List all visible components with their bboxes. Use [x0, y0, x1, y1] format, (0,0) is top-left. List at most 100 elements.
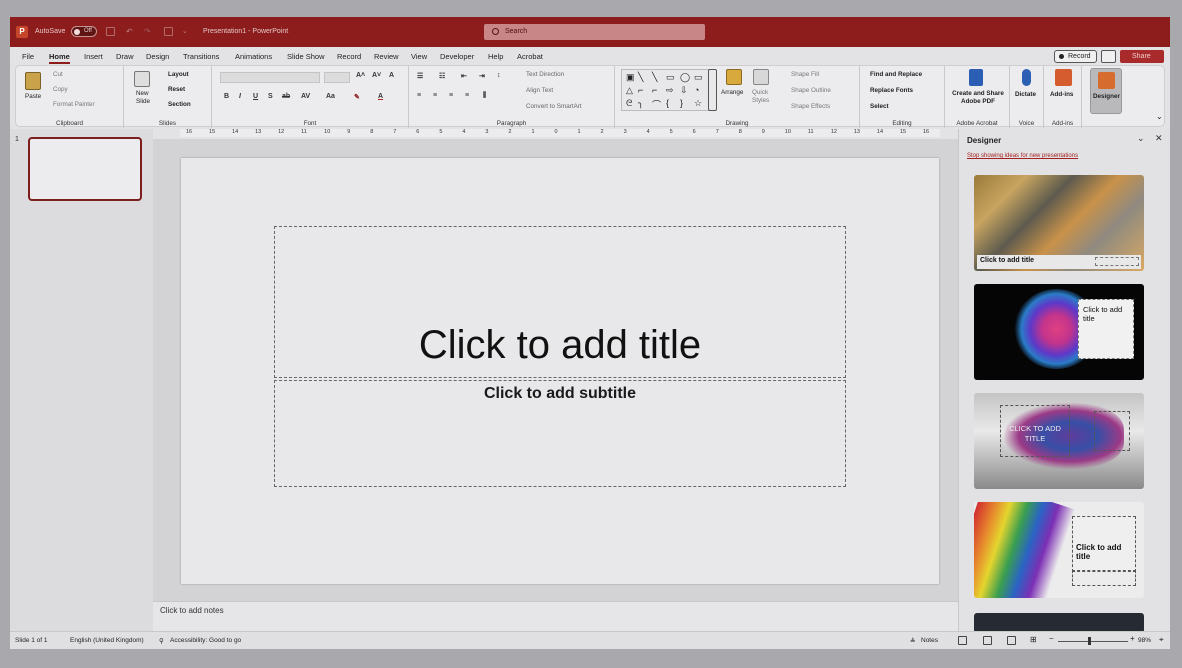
zoom-slider-thumb[interactable] — [1088, 637, 1091, 645]
convert-smartart-button[interactable]: Convert to SmartArt — [526, 103, 582, 110]
slide-show-icon[interactable]: ⊞ — [1030, 635, 1037, 644]
curve-shape-icon[interactable]: ╮ — [638, 98, 643, 109]
tab-home[interactable]: Home — [49, 52, 70, 64]
text-shadow-icon[interactable]: S — [268, 93, 273, 100]
font-name-field[interactable] — [220, 72, 320, 83]
record-button[interactable]: Record — [1054, 50, 1097, 63]
notes-pane[interactable]: Click to add notes — [153, 601, 958, 631]
align-center-icon[interactable]: ≡ — [433, 92, 437, 99]
customize-toolbar-icon[interactable]: ⌄ — [182, 27, 191, 36]
notes-button[interactable]: Notes — [921, 637, 938, 644]
find-replace-button[interactable]: Find and Replace — [870, 71, 922, 78]
italic-icon[interactable]: I — [239, 93, 241, 100]
connector-shape-icon[interactable]: ⌐ — [638, 85, 643, 95]
present-icon[interactable] — [164, 27, 173, 36]
line-shape-icon[interactable]: ╲ — [652, 72, 657, 83]
shape-outline-button[interactable]: Shape Outline — [791, 87, 831, 94]
accessibility-status[interactable]: Accessibility: Good to go — [170, 637, 241, 644]
shape-fill-button[interactable]: Shape Fill — [791, 71, 819, 78]
decrease-indent-icon[interactable]: ⇤ — [461, 72, 467, 80]
bold-icon[interactable]: B — [224, 93, 229, 100]
fit-to-window-icon[interactable]: ⌖ — [1159, 635, 1164, 645]
align-right-icon[interactable]: ≡ — [449, 92, 453, 99]
tab-record[interactable]: Record — [337, 52, 361, 61]
change-case-icon[interactable]: Aa — [326, 93, 335, 100]
design-idea-3[interactable]: CLICK TO ADD TITLE — [974, 393, 1144, 489]
tab-help[interactable]: Help — [488, 52, 503, 61]
underline-icon[interactable]: U — [253, 93, 258, 100]
font-color-icon[interactable]: A — [378, 93, 383, 100]
tab-review[interactable]: Review — [374, 52, 399, 61]
replace-fonts-button[interactable]: Replace Fonts — [870, 87, 913, 94]
design-idea-1[interactable]: Click to add title — [974, 175, 1144, 271]
cut-button[interactable]: Cut — [53, 71, 63, 78]
textbox-shape-icon[interactable]: ▣ — [626, 72, 635, 83]
new-slide-button[interactable]: New Slide — [136, 90, 156, 106]
clear-formatting-icon[interactable]: A — [389, 72, 394, 79]
tab-slide-show[interactable]: Slide Show — [287, 52, 325, 61]
reset-button[interactable]: Reset — [168, 86, 185, 93]
font-size-field[interactable] — [324, 72, 350, 83]
numbering-icon[interactable]: ☷ — [439, 72, 445, 80]
undo-icon[interactable]: ↶ — [126, 27, 135, 36]
line-shape-icon[interactable]: ╲ — [638, 72, 643, 83]
rounded-rectangle-shape-icon[interactable]: ▭ — [694, 72, 703, 83]
create-share-pdf-button[interactable]: Create and Share Adobe PDF — [949, 90, 1007, 106]
tab-view[interactable]: View — [411, 52, 427, 61]
tab-acrobat[interactable]: Acrobat — [517, 52, 543, 61]
language-status[interactable]: English (United Kingdom) — [70, 637, 144, 644]
dictate-button[interactable]: Dictate — [1015, 91, 1036, 98]
zoom-out-icon[interactable]: − — [1049, 634, 1054, 643]
share-button[interactable]: Share — [1120, 50, 1164, 63]
addins-button[interactable]: Add-ins — [1050, 91, 1073, 98]
star-shape-icon[interactable]: ☆ — [694, 98, 702, 109]
curve-shape-icon[interactable]: ᘓ — [626, 98, 632, 109]
increase-indent-icon[interactable]: ⇥ — [479, 72, 485, 80]
design-idea-5[interactable] — [974, 613, 1144, 633]
tab-transitions[interactable]: Transitions — [183, 52, 219, 61]
layout-button[interactable]: Layout — [168, 71, 189, 78]
quick-styles-button[interactable]: Quick Styles — [752, 89, 776, 105]
slide-thumbnail[interactable] — [28, 137, 142, 201]
align-text-button[interactable]: Align Text — [526, 87, 553, 94]
slide-sorter-icon[interactable] — [983, 636, 992, 645]
rectangle-shape-icon[interactable]: ▭ — [666, 72, 675, 83]
design-idea-4[interactable]: Click to add title — [974, 502, 1144, 598]
redo-icon[interactable]: ↷ — [144, 27, 153, 36]
highlight-icon[interactable]: ✎ — [354, 93, 360, 101]
zoom-slider[interactable] — [1058, 641, 1128, 642]
align-left-icon[interactable]: ≡ — [417, 92, 421, 99]
shape-effects-button[interactable]: Shape Effects — [791, 103, 830, 110]
shapes-more-icon[interactable] — [708, 69, 717, 111]
columns-icon[interactable]: ⫼ — [483, 92, 486, 100]
search-box[interactable]: Search — [484, 24, 705, 40]
designer-button[interactable]: Designer — [1090, 68, 1122, 114]
arc-shape-icon[interactable]: ⌒ — [652, 98, 661, 111]
connector-shape-icon[interactable]: ⌐ — [652, 85, 657, 95]
justify-icon[interactable]: ≡ — [465, 92, 469, 99]
zoom-level[interactable]: 98% — [1138, 637, 1151, 644]
shapes-gallery[interactable]: ▣ ╲ ╲ ▭ ◯ ▭ △ ⌐ ⌐ ⇨ ⇩ ◔ ᘓ ╮ ⌒ { } ☆ — [621, 69, 711, 111]
autosave-toggle[interactable]: Off — [71, 26, 97, 37]
section-button[interactable]: Section — [168, 101, 191, 108]
paste-button[interactable]: Paste — [25, 93, 41, 100]
format-painter-button[interactable]: Format Painter — [53, 101, 95, 108]
tab-design[interactable]: Design — [146, 52, 169, 61]
normal-view-icon[interactable] — [958, 636, 967, 645]
tab-file[interactable]: File — [22, 52, 34, 61]
brace-right-shape-icon[interactable]: } — [680, 98, 683, 108]
tab-developer[interactable]: Developer — [440, 52, 474, 61]
tab-animations[interactable]: Animations — [235, 52, 272, 61]
copy-button[interactable]: Copy — [53, 86, 68, 93]
increase-font-size-icon[interactable]: A˄ — [356, 72, 365, 79]
design-idea-2[interactable]: Click to add title — [974, 284, 1144, 380]
text-direction-button[interactable]: Text Direction — [526, 71, 564, 78]
stop-showing-ideas-link[interactable]: Stop showing ideas for new presentations — [967, 153, 1078, 159]
bullets-icon[interactable]: ☰ — [417, 72, 423, 80]
collapse-ribbon-icon[interactable]: ⌄ — [1156, 112, 1163, 121]
save-icon[interactable] — [106, 27, 115, 36]
flowchart-shape-icon[interactable]: ◔ — [694, 85, 699, 95]
subtitle-placeholder[interactable]: Click to add subtitle — [274, 380, 846, 487]
tab-draw[interactable]: Draw — [116, 52, 134, 61]
brace-left-shape-icon[interactable]: { — [666, 98, 669, 108]
